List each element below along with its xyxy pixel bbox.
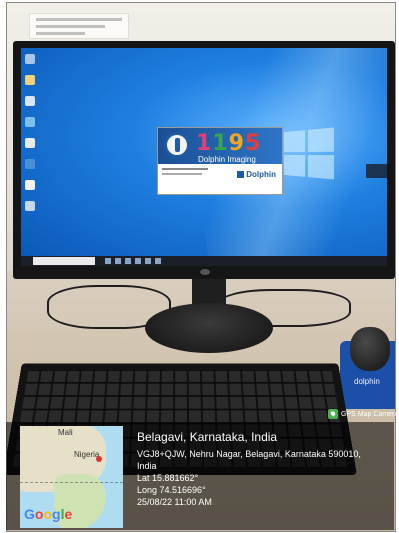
- dolphin-splash-window: 1195 Dolphin Imaging Dolphin: [157, 127, 283, 195]
- map-label-mali: Mali: [58, 428, 73, 437]
- longitude: Long 74.516696°: [137, 485, 206, 495]
- address: VGJ8+QJW, Nehru Nagar, Belagavi, Karnata…: [137, 449, 361, 459]
- gps-map-camera-badge: GPS Map Camera: [328, 408, 398, 420]
- windows-logo: [283, 127, 335, 180]
- desktop-icon[interactable]: [25, 117, 35, 127]
- taskbar-icon[interactable]: [105, 258, 111, 264]
- hp-logo: [200, 269, 210, 275]
- splash-version: 1195: [196, 131, 262, 156]
- monitor-base: [145, 303, 273, 353]
- notification-toast[interactable]: [366, 164, 387, 178]
- place-title: Belagavi, Karnataka, India: [137, 430, 278, 444]
- desktop-icon[interactable]: [25, 159, 35, 169]
- map-pin-icon: [328, 409, 338, 419]
- desktop-icon[interactable]: [25, 138, 35, 148]
- dolphin-brand: Dolphin: [237, 170, 276, 179]
- taskbar: [21, 256, 387, 266]
- wall-note: [29, 13, 129, 39]
- taskbar-icon[interactable]: [155, 258, 161, 264]
- monitor: 1195 Dolphin Imaging Dolphin: [13, 41, 395, 279]
- gps-info: Belagavi, Karnataka, India VGJ8+QJW, Neh…: [137, 430, 392, 508]
- country: India: [137, 461, 157, 471]
- desktop-icon[interactable]: [25, 96, 35, 106]
- taskbar-search[interactable]: [33, 257, 95, 265]
- splash-subtitle: Dolphin Imaging: [198, 155, 256, 164]
- desktop-icon[interactable]: [25, 201, 35, 211]
- desktop-screen: 1195 Dolphin Imaging Dolphin: [21, 48, 387, 266]
- location-map: Mali Nigeria Google: [20, 426, 123, 528]
- desktop-icon[interactable]: [25, 75, 35, 85]
- desktop-icon[interactable]: [25, 54, 35, 64]
- dolphin-logo-icon: [164, 132, 190, 158]
- latitude: Lat 15.881662°: [137, 473, 199, 483]
- taskbar-icon[interactable]: [115, 258, 121, 264]
- mouse: [350, 327, 390, 371]
- mousepad-text: dolphin: [354, 377, 380, 386]
- datetime: 25/08/22 11:00 AM: [137, 497, 212, 507]
- google-logo: Google: [24, 506, 73, 522]
- desktop-icon[interactable]: [25, 180, 35, 190]
- taskbar-icon[interactable]: [135, 258, 141, 264]
- taskbar-icon[interactable]: [125, 258, 131, 264]
- map-pin-icon: [96, 456, 102, 462]
- taskbar-icon[interactable]: [145, 258, 151, 264]
- desktop-icons: [25, 54, 39, 222]
